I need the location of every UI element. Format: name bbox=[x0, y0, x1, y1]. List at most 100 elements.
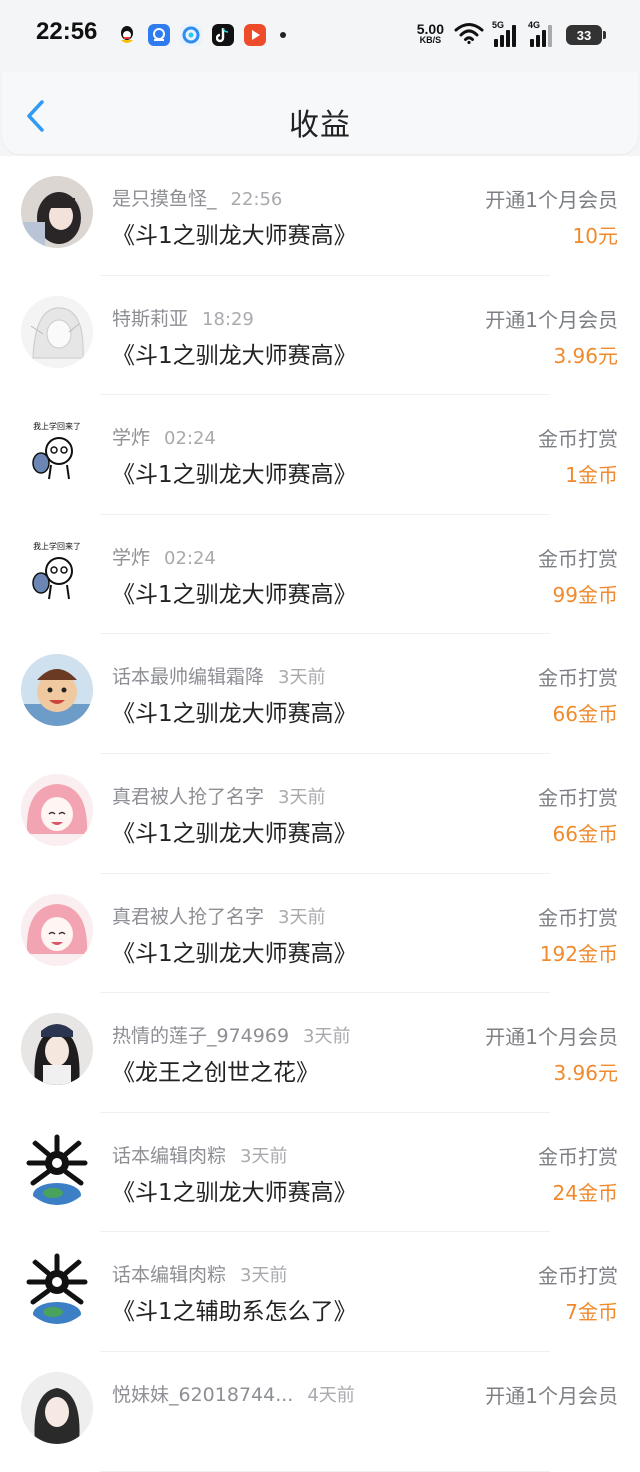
username[interactable]: 话本编辑肉粽 bbox=[112, 1145, 226, 1167]
list-item[interactable]: 我上学回来了 学炸 02:24 《斗1之驯龙大师赛高》 金币打赏 1金币 bbox=[0, 395, 640, 515]
user-info: 话本编辑肉粽 3天前 bbox=[112, 1260, 287, 1287]
video-icon bbox=[244, 24, 266, 46]
username[interactable]: 特斯莉亚 bbox=[112, 308, 188, 330]
user-info: 话本最帅编辑霜降 3天前 bbox=[112, 662, 325, 689]
book-title[interactable]: 《斗1之驯龙大师赛高》 bbox=[112, 934, 357, 968]
header: 收益 bbox=[0, 72, 640, 154]
timestamp: 3天前 bbox=[278, 667, 326, 689]
earning-type: 开通1个月会员 bbox=[485, 188, 618, 212]
earning-amount: 1金币 bbox=[565, 463, 618, 488]
earning-type: 开通1个月会员 bbox=[485, 1383, 618, 1408]
qq-icon bbox=[116, 24, 138, 46]
earning-type: 金币打赏 bbox=[538, 905, 618, 930]
header-card: 收益 bbox=[2, 72, 638, 154]
list-item[interactable]: 悦妹妹_62018744... 4天前 开通1个月会员 bbox=[0, 1351, 640, 1472]
book-title[interactable]: 《斗1之驯龙大师赛高》 bbox=[112, 1173, 357, 1207]
earning-amount: 192金币 bbox=[539, 941, 618, 966]
book-title[interactable]: 《斗1之驯龙大师赛高》 bbox=[112, 455, 357, 489]
username[interactable]: 真君被人抢了名字 bbox=[112, 786, 264, 808]
net-speed: 5.00 KB/S bbox=[416, 21, 444, 46]
user-info: 悦妹妹_62018744... 4天前 bbox=[112, 1380, 355, 1407]
list-item[interactable]: 热情的莲子_974969 3天前 《龙王之创世之花》 开通1个月会员 3.96元 bbox=[0, 993, 640, 1113]
book-title[interactable]: 《斗1之驯龙大师赛高》 bbox=[112, 814, 357, 848]
browser-icon bbox=[180, 24, 202, 46]
earning-amount: 10元 bbox=[572, 224, 618, 248]
list-item[interactable]: 特斯莉亚 18:29 《斗1之驯龙大师赛高》 开通1个月会员 3.96元 bbox=[0, 275, 640, 396]
timestamp: 3天前 bbox=[278, 906, 326, 928]
avatar[interactable]: 我上学回来了 bbox=[21, 415, 93, 488]
notification-icons bbox=[116, 24, 286, 46]
username[interactable]: 悦妹妹_62018744... bbox=[112, 1384, 293, 1406]
user-info: 真君被人抢了名字 3天前 bbox=[112, 902, 325, 929]
username[interactable]: 话本编辑肉粽 bbox=[112, 1264, 226, 1286]
username[interactable]: 是只摸鱼怪_ bbox=[112, 188, 217, 210]
timestamp: 02:24 bbox=[164, 547, 216, 569]
earning-amount: 3.96元 bbox=[553, 1061, 618, 1086]
earning-type: 金币打赏 bbox=[538, 785, 618, 810]
status-time: 22:56 bbox=[36, 18, 98, 45]
battery-icon: 33 bbox=[566, 25, 606, 45]
list-item[interactable]: 真君被人抢了名字 3天前 《斗1之驯龙大师赛高》 金币打赏 66金币 bbox=[0, 753, 640, 874]
earning-amount: 66金币 bbox=[552, 702, 618, 727]
earning-type: 开通1个月会员 bbox=[485, 307, 618, 332]
avatar[interactable] bbox=[21, 654, 93, 727]
system-indicators: 5.00 KB/S 5G 4G 33 bbox=[416, 20, 606, 50]
book-title[interactable]: 《斗1之驯龙大师赛高》 bbox=[112, 216, 357, 250]
timestamp: 3天前 bbox=[240, 1265, 288, 1287]
list-item[interactable]: 话本最帅编辑霜降 3天前 《斗1之驯龙大师赛高》 金币打赏 66金币 bbox=[0, 634, 640, 754]
timestamp: 3天前 bbox=[278, 786, 326, 808]
page-title: 收益 bbox=[289, 108, 351, 143]
list-item[interactable]: 话本编辑肉粽 3天前 《斗1之驯龙大师赛高》 金币打赏 24金币 bbox=[0, 1112, 640, 1233]
book-title[interactable]: 《斗1之驯龙大师赛高》 bbox=[112, 336, 357, 370]
signal-5g-label: 5G bbox=[492, 20, 505, 30]
battery-level: 33 bbox=[576, 27, 592, 43]
earning-type: 金币打赏 bbox=[538, 427, 618, 452]
username[interactable]: 真君被人抢了名字 bbox=[112, 906, 264, 928]
more-notifications-dot bbox=[280, 32, 286, 38]
list-item[interactable]: 是只摸鱼怪_ 22:56 《斗1之驯龙大师赛高》 开通1个月会员 10元 bbox=[0, 156, 640, 276]
signal-5g-icon: 5G bbox=[492, 20, 520, 47]
avatar[interactable] bbox=[21, 295, 93, 368]
username[interactable]: 学炸 bbox=[112, 427, 150, 449]
list-item[interactable]: 真君被人抢了名字 3天前 《斗1之驯龙大师赛高》 金币打赏 192金币 bbox=[0, 873, 640, 994]
earning-amount: 66金币 bbox=[552, 821, 618, 846]
net-speed-unit: KB/S bbox=[419, 35, 442, 45]
timestamp: 18:29 bbox=[202, 308, 254, 330]
username[interactable]: 热情的莲子_974969 bbox=[112, 1025, 289, 1047]
user-info: 学炸 02:24 bbox=[112, 423, 216, 450]
avatar[interactable]: 我上学回来了 bbox=[21, 534, 93, 607]
avatar[interactable] bbox=[21, 1252, 93, 1325]
svg-text:我上学回来了: 我上学回来了 bbox=[33, 421, 81, 431]
earning-type: 金币打赏 bbox=[538, 1264, 618, 1289]
avatar[interactable] bbox=[21, 1013, 93, 1086]
timestamp: 3天前 bbox=[240, 1145, 288, 1167]
earning-amount: 3.96元 bbox=[553, 343, 618, 368]
avatar[interactable] bbox=[21, 773, 93, 846]
status-bar: 22:56 5.00 KB/S 5G 4G 33 bbox=[0, 0, 640, 72]
avatar[interactable] bbox=[21, 893, 93, 966]
wifi-icon bbox=[454, 22, 484, 48]
timestamp: 02:24 bbox=[164, 428, 216, 450]
user-info: 话本编辑肉粽 3天前 bbox=[112, 1141, 287, 1168]
signal-4g-icon: 4G bbox=[528, 20, 556, 47]
timestamp: 4天前 bbox=[307, 1384, 355, 1406]
earning-type: 金币打赏 bbox=[538, 546, 618, 571]
timestamp: 3天前 bbox=[303, 1026, 351, 1048]
baidu-netdisk-icon bbox=[148, 24, 170, 46]
avatar[interactable] bbox=[21, 1132, 93, 1205]
username[interactable]: 学炸 bbox=[112, 547, 150, 569]
book-title[interactable]: 《龙王之创世之花》 bbox=[112, 1053, 319, 1087]
user-info: 是只摸鱼怪_ 22:56 bbox=[112, 184, 282, 211]
book-title[interactable]: 《斗1之辅助系怎么了》 bbox=[112, 1292, 357, 1326]
earning-type: 金币打赏 bbox=[538, 666, 618, 691]
book-title[interactable]: 《斗1之驯龙大师赛高》 bbox=[112, 575, 357, 609]
earning-amount: 7金币 bbox=[565, 1300, 618, 1325]
net-speed-value: 5.00 bbox=[416, 21, 444, 37]
avatar[interactable] bbox=[21, 176, 93, 248]
earning-type: 开通1个月会员 bbox=[485, 1025, 618, 1050]
book-title[interactable]: 《斗1之驯龙大师赛高》 bbox=[112, 694, 357, 728]
username[interactable]: 话本最帅编辑霜降 bbox=[112, 666, 264, 688]
signal-4g-label: 4G bbox=[528, 20, 541, 30]
list-item[interactable]: 话本编辑肉粽 3天前 《斗1之辅助系怎么了》 金币打赏 7金币 bbox=[0, 1232, 640, 1352]
list-item[interactable]: 我上学回来了 学炸 02:24 《斗1之驯龙大师赛高》 金币打赏 99金币 bbox=[0, 514, 640, 635]
